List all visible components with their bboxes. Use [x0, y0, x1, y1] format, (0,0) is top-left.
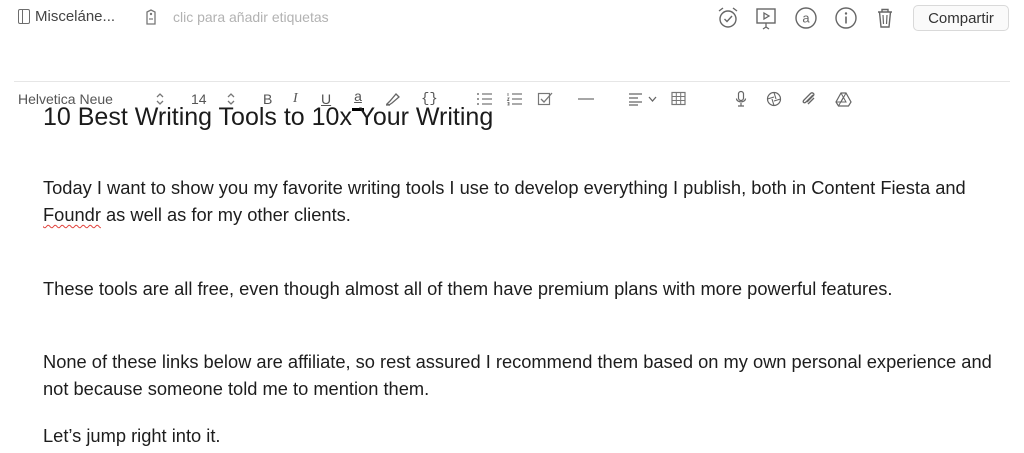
paragraph-1-text-a: Today I want to show you my favorite wri…: [43, 177, 966, 198]
note-header-bar: Misceláne... clic para añadir etiquetas …: [0, 0, 1024, 36]
notebook-name: Misceláne...: [35, 8, 116, 25]
paragraph-1-text-b: as well as for my other clients.: [100, 204, 351, 225]
toolbar-divider: [14, 81, 1010, 82]
misspelled-word[interactable]: Foundr: [43, 204, 101, 225]
notebook-icon: [18, 9, 30, 24]
mention-icon[interactable]: a: [793, 5, 819, 31]
notebook-selector[interactable]: Misceláne...: [18, 8, 115, 25]
tag-icon[interactable]: [144, 9, 158, 26]
trash-icon[interactable]: [872, 5, 898, 31]
note-editor[interactable]: 10 Best Writing Tools to 10x Your Writin…: [43, 100, 1003, 446]
info-icon[interactable]: [833, 5, 859, 31]
alarm-clock-icon[interactable]: [715, 5, 741, 31]
svg-text:a: a: [802, 11, 810, 26]
note-title[interactable]: 10 Best Writing Tools to 10x Your Writin…: [43, 100, 1003, 134]
paragraph-3[interactable]: None of these links below are affiliate,…: [43, 348, 1003, 402]
presentation-icon[interactable]: [753, 5, 779, 31]
paragraph-1[interactable]: Today I want to show you my favorite wri…: [43, 174, 1003, 228]
share-button[interactable]: Compartir: [913, 5, 1009, 31]
paragraph-4[interactable]: Let’s jump right into it.: [43, 422, 1003, 449]
tag-input[interactable]: clic para añadir etiquetas: [173, 9, 329, 25]
paragraph-2[interactable]: These tools are all free, even though al…: [43, 275, 1003, 302]
formatting-toolbar: Helvetica Neue 14 B I U a {}: [0, 40, 1024, 111]
